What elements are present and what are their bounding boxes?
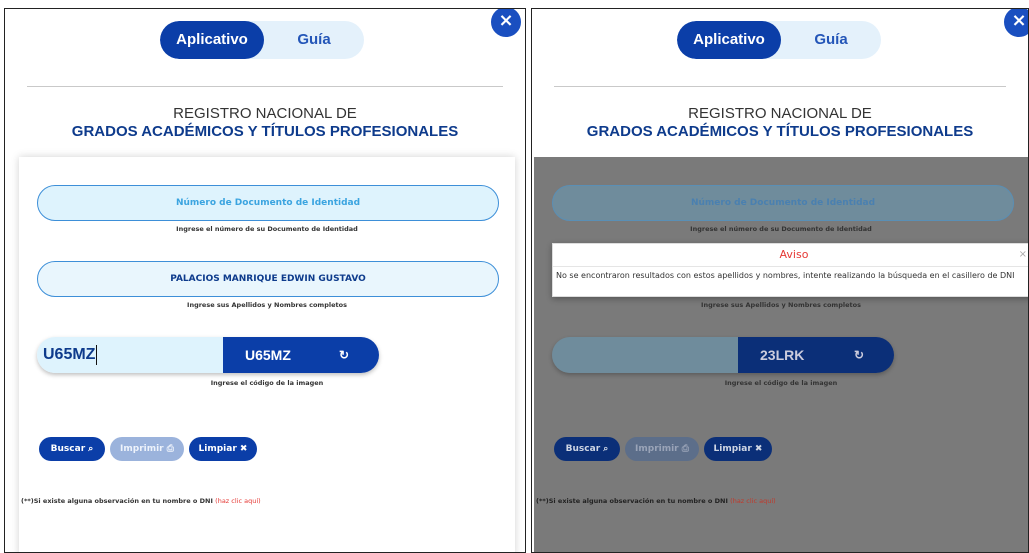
search-icon: ⌕ [88,444,94,454]
search-button[interactable]: Buscar ⌕ [39,437,105,461]
captcha-image: 23LRK ↻ [738,337,894,373]
search-form-dimmed: Número de Documento de Identidad Ingrese… [534,157,1028,552]
name-input[interactable]: PALACIOS MANRIQUE EDWIN GUSTAVO [37,261,499,297]
clear-button[interactable]: Limpiar ✖ [704,437,772,461]
captcha-input-value: U65MZ [43,346,96,363]
close-icon[interactable]: × [1019,249,1027,260]
mode-toggle: Aplicativo Guía [160,21,364,59]
page-title-line2: GRADOS ACADÉMICOS Y TÍTULOS PROFESIONALE… [586,123,974,140]
close-button[interactable]: × [1002,9,1028,39]
modal-message: No se encontraron resultados con estos a… [556,271,1015,280]
captcha-input[interactable]: U65MZ [37,337,223,373]
x-icon: ✖ [754,444,763,454]
search-form: Número de Documento de Identidad Ingrese… [19,157,515,552]
search-icon: ⌕ [603,444,609,454]
print-button[interactable]: Imprimir ⎙ [110,437,184,461]
note-link[interactable]: (haz clic aquí) [215,497,261,505]
captcha-code: U65MZ [245,347,291,363]
dni-hint: Ingrese el número de su Documento de Ide… [176,225,358,233]
observation-note: (**)Si existe alguna observación en tu n… [536,497,776,505]
dni-hint: Ingrese el número de su Documento de Ide… [690,225,872,233]
clear-button[interactable]: Limpiar ✖ [189,437,257,461]
dni-input[interactable]: Número de Documento de Identidad [552,185,1014,221]
captcha-hint: Ingrese el código de la imagen [210,379,324,387]
captcha-image: U65MZ ↻ [223,337,379,373]
close-button[interactable]: × [489,9,523,39]
print-label: Imprimir [635,444,679,454]
dni-input[interactable]: Número de Documento de Identidad [37,185,499,221]
page-title-line2: GRADOS ACADÉMICOS Y TÍTULOS PROFESIONALE… [71,123,459,140]
toggle-aplicativo[interactable]: Aplicativo [677,21,781,59]
note-text: (**)Si existe alguna observación en tu n… [21,497,213,505]
modal-title: Aviso [553,244,1028,267]
text-caret [96,344,98,365]
name-hint: Ingrese sus Apellidos y Nombres completo… [187,301,347,309]
right-panel: × Aplicativo Guía REGISTRO NACIONAL DE G… [531,8,1029,553]
toggle-guia[interactable]: Guía [781,21,881,59]
captcha-hint: Ingrese el código de la imagen [724,379,838,387]
search-button[interactable]: Buscar ⌕ [554,437,620,461]
observation-note: (**)Si existe alguna observación en tu n… [21,497,261,505]
captcha-input[interactable] [552,337,738,373]
captcha-group: 23LRK ↻ [552,337,894,373]
x-icon: ✖ [239,444,248,454]
captcha-group: U65MZ U65MZ ↻ [37,337,379,373]
mode-toggle: Aplicativo Guía [677,21,881,59]
print-label: Imprimir [120,444,164,454]
search-label: Buscar [50,444,86,454]
printer-icon: ⎙ [681,444,689,454]
toggle-guia[interactable]: Guía [264,21,364,59]
captcha-code: 23LRK [760,347,805,363]
clear-label: Limpiar [713,444,752,454]
name-hint: Ingrese sus Apellidos y Nombres completo… [701,301,861,309]
refresh-icon[interactable]: ↻ [339,337,349,373]
printer-icon: ⎙ [166,444,174,454]
divider [554,86,1006,87]
divider [27,86,503,87]
clear-label: Limpiar [198,444,237,454]
print-button[interactable]: Imprimir ⎙ [625,437,699,461]
note-text: (**)Si existe alguna observación en tu n… [536,497,728,505]
page-title-line1: REGISTRO NACIONAL DE [173,105,357,122]
left-panel: × Aplicativo Guía REGISTRO NACIONAL DE G… [4,8,526,553]
alert-modal: Aviso × No se encontraron resultados con… [552,243,1028,297]
toggle-aplicativo[interactable]: Aplicativo [160,21,264,59]
page-title-line1: REGISTRO NACIONAL DE [688,105,872,122]
search-label: Buscar [565,444,601,454]
refresh-icon[interactable]: ↻ [854,337,864,373]
note-link[interactable]: (haz clic aquí) [730,497,776,505]
